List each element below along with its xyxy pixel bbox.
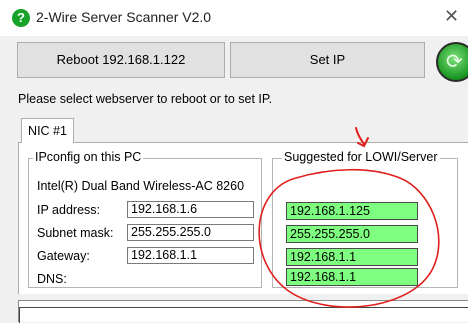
tab-nic-1[interactable]: NIC #1 xyxy=(21,118,74,143)
ipconfig-groupbox xyxy=(28,158,262,288)
ip-address-label: IP address: xyxy=(37,203,101,217)
suggested-ip-field[interactable]: 192.168.1.125 xyxy=(286,202,418,220)
suggested-dns-field[interactable]: 192.168.1.1 xyxy=(286,268,418,286)
reboot-button[interactable]: Reboot 192.168.1.122 xyxy=(17,42,225,78)
log-area xyxy=(18,300,468,323)
window-title: 2-Wire Server Scanner V2.0 xyxy=(36,9,212,25)
ip-address-field[interactable]: 192.168.1.6 xyxy=(127,201,254,218)
suggested-subnet-field[interactable]: 255.255.255.0 xyxy=(286,225,418,243)
instruction-text: Please select webserver to reboot or to … xyxy=(18,92,273,106)
suggested-gateway-field[interactable]: 192.168.1.1 xyxy=(286,248,418,266)
gateway-field[interactable]: 192.168.1.1 xyxy=(127,247,254,264)
gateway-label: Gateway: xyxy=(37,249,90,263)
help-icon: ? xyxy=(12,9,30,27)
adapter-name: Intel(R) Dual Band Wireless-AC 8260 xyxy=(37,179,245,193)
refresh-icon[interactable]: ⟳ xyxy=(436,42,468,82)
dns-label: DNS: xyxy=(37,272,67,286)
set-ip-button[interactable]: Set IP xyxy=(230,42,425,78)
suggested-title: Suggested for LOWI/Server xyxy=(282,150,440,164)
ipconfig-title: IPconfig on this PC xyxy=(33,150,144,164)
close-icon[interactable]: ✕ xyxy=(444,6,459,27)
subnet-mask-label: Subnet mask: xyxy=(37,226,114,240)
title-bar: ? 2-Wire Server Scanner V2.0 ✕ xyxy=(0,0,468,36)
subnet-mask-field[interactable]: 255.255.255.0 xyxy=(127,224,254,241)
